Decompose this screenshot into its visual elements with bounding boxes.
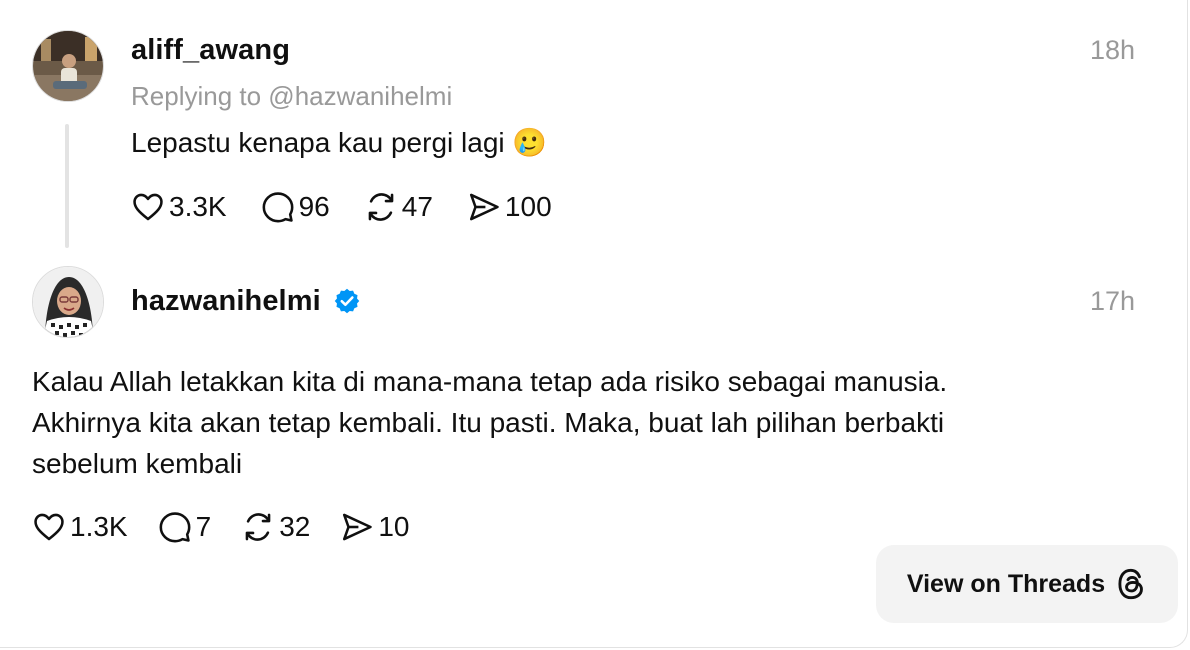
view-on-threads-label: View on Threads [906,569,1106,598]
threads-embed-card: aliff_awang 18h Replying to @hazwanihelm… [0,0,1188,648]
post2-like-button[interactable]: 1.3K [32,510,128,544]
post2-like-count: 1.3K [70,511,128,542]
post2-timestamp[interactable]: 17h [1090,286,1135,317]
avatar-aliff-awang[interactable] [32,30,104,102]
post2-username[interactable]: hazwanihelmi [131,285,321,318]
send-icon [469,193,499,221]
post2-share-button[interactable]: 10 [340,510,410,544]
post1-timestamp[interactable]: 18h [1090,35,1135,66]
post1-username[interactable]: aliff_awang [131,34,290,67]
post1-reply-button[interactable]: 96 [261,190,330,224]
post2-reply-count: 7 [195,511,212,542]
heart-icon [34,513,64,541]
send-icon [343,513,373,541]
comment-icon [262,192,294,223]
post2-text-line: sebelum kembali [32,448,243,479]
post1-repost-count: 47 [401,191,433,222]
post1-actions: 3.3K 96 47 100 [131,190,552,224]
post2-text-line: Kalau Allah letakkan kita di mana-mana t… [32,366,948,397]
post1-reply-count: 96 [298,191,330,222]
post1-replying-to[interactable]: Replying to @hazwanihelmi [131,81,452,112]
threads-logo-icon [1118,568,1144,600]
post1-share-button[interactable]: 100 [467,190,552,224]
comment-icon [159,512,191,543]
post1-share-count: 100 [504,191,552,222]
post2-text-line: Akhirnya kita akan tetap kembali. Itu pa… [32,407,945,438]
post2-repost-button[interactable]: 32 [241,510,310,544]
post1-text: Lepastu kenapa kau pergi lagi 🥲 [131,127,548,158]
post2-repost-count: 32 [279,511,311,542]
repost-icon [245,513,271,541]
post1-like-button[interactable]: 3.3K [131,190,227,224]
post2-text: Kalau Allah letakkan kita di mana-mana t… [32,361,947,484]
post1-like-count: 3.3K [169,191,227,222]
thread-connector-line [65,124,69,248]
view-on-threads-button[interactable]: View on Threads [876,545,1178,623]
post2-actions: 1.3K 7 32 10 [32,510,410,544]
post1-repost-button[interactable]: 47 [364,190,433,224]
post2-reply-button[interactable]: 7 [158,510,212,544]
verified-badge-icon [333,287,361,320]
heart-icon [133,193,163,221]
avatar-hazwanihelmi[interactable] [32,266,104,338]
repost-icon [368,193,394,221]
post2-share-count: 10 [378,511,410,542]
